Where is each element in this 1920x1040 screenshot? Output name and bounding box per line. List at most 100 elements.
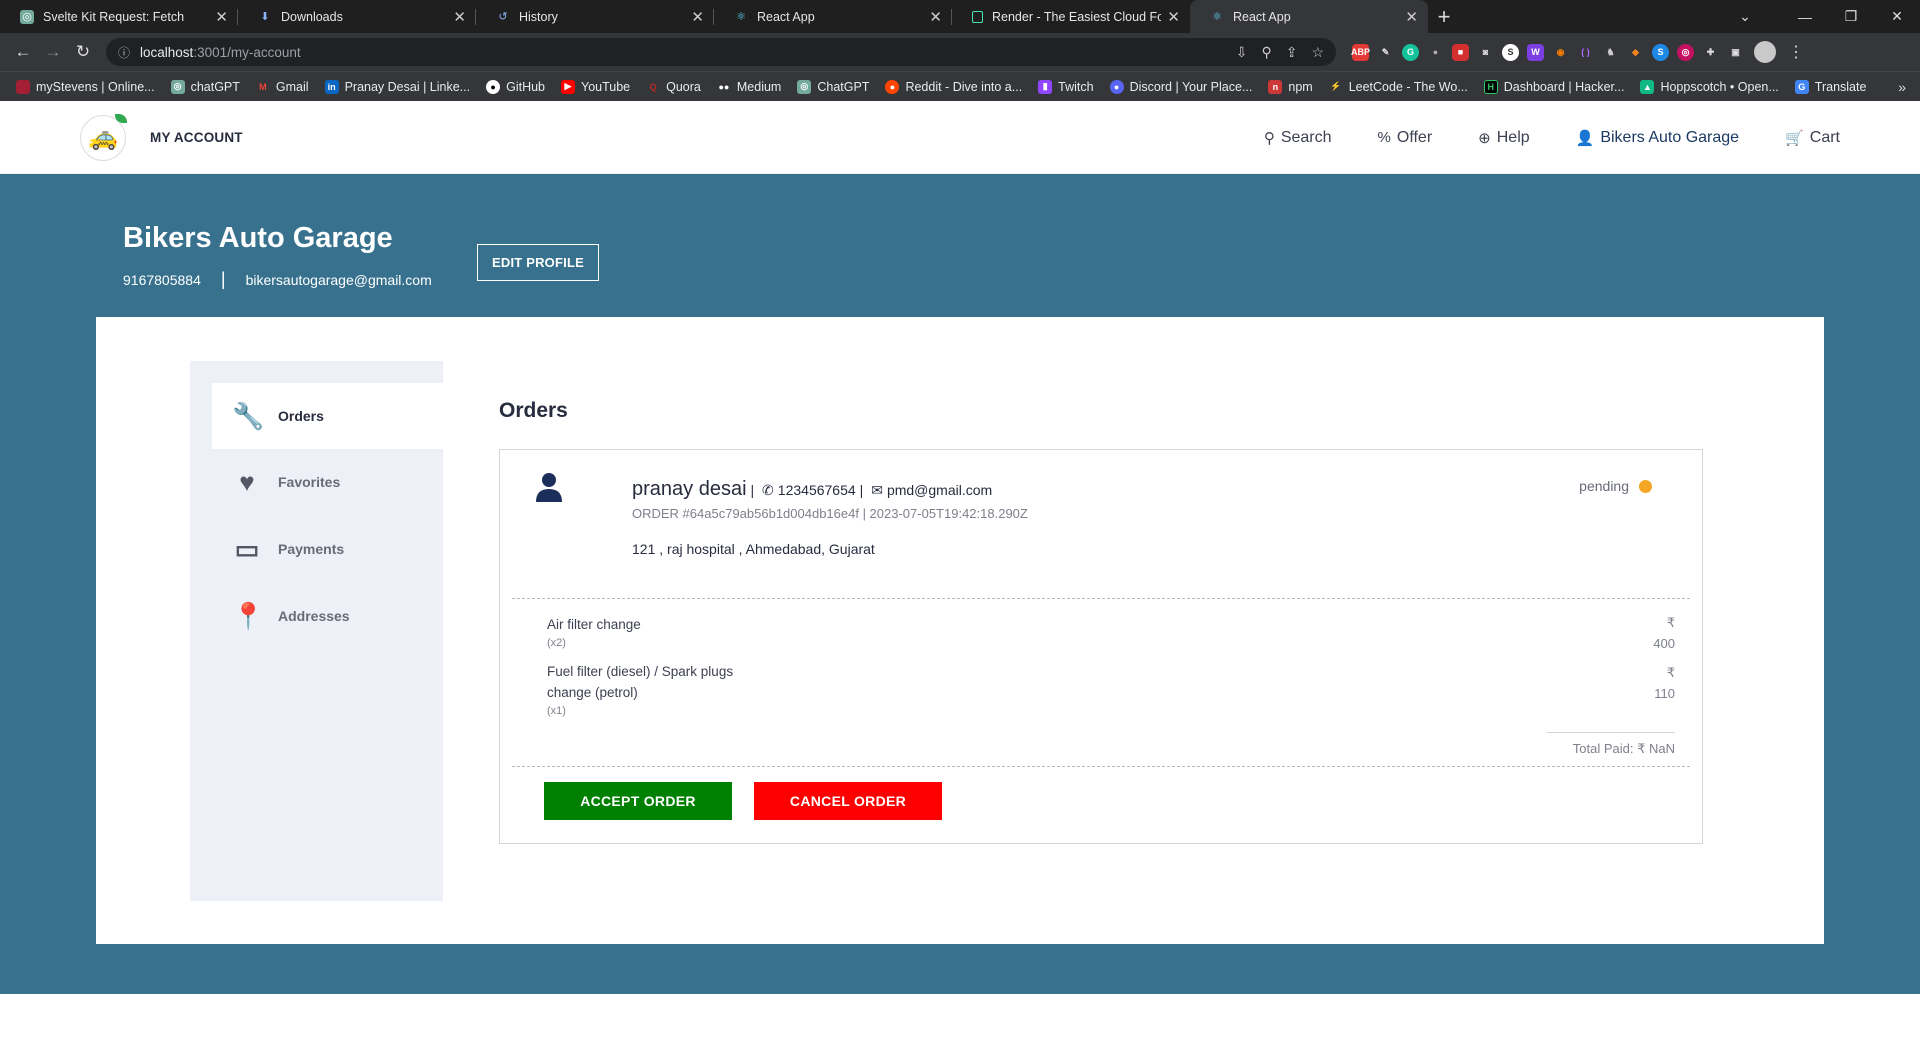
zoom-icon[interactable]: ⚲ [1261, 44, 1271, 61]
extension-icon[interactable]: S [1652, 43, 1669, 61]
more-bookmarks-icon[interactable]: » [1898, 79, 1912, 95]
browser-tab[interactable]: ⚛ React App ✕ [714, 0, 952, 33]
site-info-icon[interactable]: ⓘ [118, 44, 130, 61]
menu-icon[interactable]: ⋮ [1788, 42, 1804, 62]
accept-order-button[interactable]: ACCEPT ORDER [544, 782, 732, 820]
tab-title: History [519, 9, 558, 24]
close-tab-icon[interactable]: ✕ [453, 8, 466, 26]
close-tab-icon[interactable]: ✕ [215, 8, 228, 26]
browser-tab[interactable]: Render - The Easiest Cloud For Al ✕ [952, 0, 1190, 33]
adblock-icon[interactable]: ABP [1351, 43, 1370, 61]
car-logo-icon[interactable]: 🚕 [80, 113, 127, 161]
nav-search[interactable]: ⚲ Search [1264, 129, 1332, 147]
order-id: ORDER #64a5c79ab56b1d004db16e4f | 2023-0… [632, 506, 1028, 521]
restore-icon[interactable]: ❐ [1828, 0, 1874, 33]
close-tab-icon[interactable]: ✕ [691, 8, 704, 26]
bookmark-item[interactable]: ● GitHub [478, 79, 553, 94]
extension-icon[interactable]: ◉ [1552, 44, 1569, 61]
profile-avatar[interactable] [1754, 41, 1776, 63]
bookmark-item[interactable]: ● Discord | Your Place... [1102, 79, 1261, 94]
bookmark-item[interactable]: ◎ chatGPT [163, 79, 248, 94]
nav-offer[interactable]: % Offer [1378, 129, 1433, 147]
divider [512, 766, 1690, 767]
nav-cart-label: Cart [1809, 128, 1840, 146]
forward-icon[interactable]: → [38, 37, 68, 67]
cancel-order-button[interactable]: CANCEL ORDER [754, 782, 942, 820]
sidebar-item-favorites[interactable]: ♥ Favorites [212, 449, 443, 515]
extension-icon[interactable]: ● [1427, 44, 1444, 61]
bookmark-item[interactable]: ▲ Hoppscotch • Open... [1632, 79, 1786, 94]
orders-heading: Orders [499, 399, 568, 422]
bookmark-item[interactable]: H Dashboard | Hacker... [1476, 79, 1633, 94]
bookmark-item[interactable]: Q Quora [638, 80, 709, 94]
browser-tab[interactable]: ◎ Svelte Kit Request: Fetch ✕ [0, 0, 238, 33]
item-price: ₹ 110 [1654, 662, 1675, 704]
browser-tab-active[interactable]: ⚛ React App ✕ [1190, 0, 1428, 33]
bookmark-item[interactable]: G Translate [1787, 79, 1875, 94]
item-price: ₹ 400 [1653, 612, 1675, 654]
extension-icon[interactable]: ( ) [1577, 44, 1594, 61]
close-tab-icon[interactable]: ✕ [1167, 8, 1180, 26]
browser-tab[interactable]: ↺ History ✕ [476, 0, 714, 33]
minimize-icon[interactable]: — [1782, 0, 1828, 33]
nav-account[interactable]: 👤 Bikers Auto Garage [1576, 129, 1739, 147]
profile-name: Bikers Auto Garage [123, 222, 393, 254]
sidebar-item-label: Favorites [278, 474, 341, 490]
credit-card-icon: ▭ [234, 533, 260, 564]
bookmark-item[interactable]: n npm [1260, 79, 1320, 94]
puzzle-icon[interactable]: ✚ [1702, 44, 1719, 61]
bookmarks-bar: myStevens | Online... ◎ chatGPT M Gmail in… [0, 71, 1920, 101]
tab-title: React App [757, 9, 815, 24]
bookmark-item[interactable]: ◎ ChatGPT [789, 79, 877, 94]
nav-help[interactable]: ⊕ Help [1478, 129, 1529, 147]
metamask-icon[interactable]: ◆ [1627, 44, 1644, 61]
camera-icon[interactable]: ◙ [1477, 44, 1494, 61]
address-bar[interactable]: ⓘ localhost:3001/my-account ⇩ ⚲ ⇪ ☆ [106, 38, 1336, 66]
bookmark-item[interactable]: M Gmail [248, 80, 317, 94]
item-name: Air filter change [547, 617, 641, 632]
bookmark-item[interactable]: ▮ Twitch [1030, 79, 1101, 94]
profile-email: bikersautogarage@gmail.com [245, 271, 432, 288]
profile-contact: 9167805884 | bikersautogarage@gmail.com [123, 269, 1920, 290]
extension-icon[interactable]: ◎ [1677, 43, 1694, 61]
bookmark-item[interactable]: in Pranay Desai | Linke... [317, 79, 479, 94]
edit-profile-button[interactable]: EDIT PROFILE [477, 244, 599, 281]
sidebar-item-orders[interactable]: 🔧 Orders [212, 383, 443, 449]
back-icon[interactable]: ← [8, 37, 38, 67]
heart-icon: ♥ [239, 466, 255, 497]
grammarly-icon[interactable]: G [1402, 43, 1419, 61]
bookmark-item[interactable]: ●● Medium [709, 80, 789, 94]
install-app-icon[interactable]: ⇩ [1236, 44, 1248, 61]
tab-search-icon[interactable]: ⌄ [1722, 0, 1768, 33]
reload-icon[interactable]: ↻ [68, 37, 98, 67]
browser-tab[interactable]: ⬇ Downloads ✕ [238, 0, 476, 33]
delivery-address: 121 , raj hospital , Ahmedabad, Gujarat [632, 541, 875, 557]
extension-icon[interactable]: ♞ [1602, 44, 1619, 61]
extension-icon[interactable]: W [1527, 43, 1544, 61]
profile-phone: 9167805884 [123, 271, 201, 288]
side-panel-icon[interactable]: ▣ [1727, 44, 1744, 61]
tab-title: Render - The Easiest Cloud For Al [992, 9, 1162, 24]
new-tab-button[interactable]: + [1428, 0, 1460, 33]
share-icon[interactable]: ⇪ [1286, 44, 1298, 61]
bookmark-item[interactable]: ▶ YouTube [553, 79, 638, 94]
location-pin-icon: 📍 [232, 600, 265, 631]
sidebar-item-addresses[interactable]: 📍 Addresses [212, 583, 443, 649]
url-path: :3001/my-account [193, 44, 301, 60]
browser-tab-strip: ◎ Svelte Kit Request: Fetch ✕ ⬇ Download… [0, 0, 1920, 33]
bookmark-item[interactable]: ⚡ LeetCode - The Wo... [1321, 80, 1476, 94]
separator: | [859, 482, 864, 498]
nav-cart[interactable]: 🛒 Cart [1785, 129, 1840, 147]
pen-icon[interactable]: ✎ [1377, 44, 1394, 61]
close-window-icon[interactable]: ✕ [1874, 0, 1920, 33]
rupee-symbol: ₹ [1666, 665, 1675, 680]
extension-icon[interactable]: S [1502, 43, 1519, 61]
bookmark-item[interactable]: ● Reddit - Dive into a... [877, 79, 1030, 94]
close-tab-icon[interactable]: ✕ [1405, 8, 1418, 26]
search-icon: ⚲ [1263, 129, 1275, 147]
extension-icon[interactable]: ■ [1452, 43, 1469, 61]
sidebar-item-payments[interactable]: ▭ Payments [212, 516, 443, 582]
close-tab-icon[interactable]: ✕ [929, 8, 942, 26]
bookmark-star-icon[interactable]: ☆ [1311, 44, 1324, 61]
bookmark-item[interactable]: myStevens | Online... [8, 79, 163, 94]
